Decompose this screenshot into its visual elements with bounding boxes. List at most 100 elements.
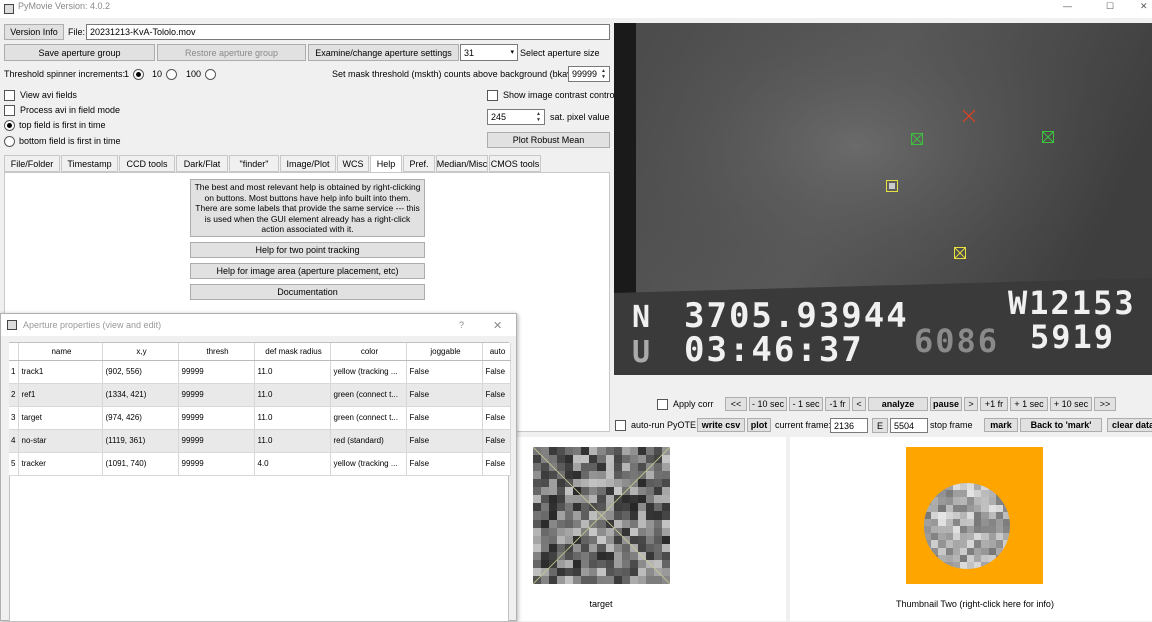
table-row[interactable]: 5 tracker (1091, 740) 99999 4.0 yellow (track… <box>9 452 511 476</box>
column-header-joggable[interactable]: joggable <box>406 343 483 361</box>
tab-file-folder[interactable]: File/Folder <box>4 155 60 172</box>
cell-color[interactable]: red (standard) <box>330 429 407 453</box>
tab-timestamp[interactable]: Timestamp <box>61 155 118 172</box>
thumbnail-one-panel[interactable]: target <box>516 437 786 621</box>
back-back-button[interactable]: << <box>725 397 747 411</box>
plus-10-sec-button[interactable]: + 10 sec <box>1050 397 1092 411</box>
top-field-first-radio[interactable]: top field is first in time <box>4 118 106 132</box>
cell-color[interactable]: green (connect t... <box>330 406 407 430</box>
process-avi-field-mode-checkbox[interactable]: Process avi in field mode <box>4 103 120 117</box>
help-image-area-button[interactable]: Help for image area (aperture placement,… <box>190 263 425 279</box>
cell-radius[interactable]: 4.0 <box>254 452 331 476</box>
maximize-button[interactable]: ☐ <box>1106 0 1114 12</box>
column-header-name[interactable]: name <box>18 343 103 361</box>
plus-1-frame-button[interactable]: +1 fr <box>980 397 1008 411</box>
aperture-no-star-marker[interactable] <box>962 109 976 123</box>
cell-thresh[interactable]: 99999 <box>178 406 255 430</box>
aperture-tracker-marker[interactable] <box>953 246 967 260</box>
apply-corr-checkbox[interactable]: Apply corr <box>657 397 714 411</box>
cell-radius[interactable]: 11.0 <box>254 360 331 384</box>
cell-auto[interactable]: False <box>482 406 511 430</box>
column-header-auto[interactable]: auto <box>482 343 511 361</box>
table-row[interactable]: 4 no-star (1119, 361) 99999 11.0 red (standar… <box>9 429 511 453</box>
cell-thresh[interactable]: 99999 <box>178 452 255 476</box>
aperture-target-marker[interactable] <box>910 132 924 146</box>
clear-data-button[interactable]: clear data <box>1107 418 1152 432</box>
cell-xy[interactable]: (974, 426) <box>102 406 179 430</box>
column-header-thresh[interactable]: thresh <box>178 343 255 361</box>
cell-color[interactable]: yellow (tracking ... <box>330 360 407 384</box>
dialog-close-button[interactable]: ✕ <box>493 318 502 332</box>
column-header-def-mask-radius[interactable]: def mask radius <box>254 343 331 361</box>
step-back-button[interactable]: < <box>852 397 866 411</box>
e-button[interactable]: E <box>872 418 888 433</box>
bottom-field-first-radio[interactable]: bottom field is first in time <box>4 134 121 148</box>
cell-auto[interactable]: False <box>482 452 511 476</box>
write-csv-button[interactable]: write csv <box>697 418 745 432</box>
tab-pref[interactable]: Pref. <box>403 155 435 172</box>
cell-radius[interactable]: 11.0 <box>254 383 331 407</box>
minimize-button[interactable]: — <box>1063 0 1072 12</box>
cell-name[interactable]: track1 <box>18 360 103 384</box>
sat-pixel-spinner[interactable]: 245 ▲ ▼ <box>487 109 545 125</box>
cell-name[interactable]: no-star <box>18 429 103 453</box>
pause-button[interactable]: pause <box>930 397 962 411</box>
cell-radius[interactable]: 11.0 <box>254 429 331 453</box>
cell-joggable[interactable]: False <box>406 452 483 476</box>
cell-thresh[interactable]: 99999 <box>178 383 255 407</box>
back-to-mark-button[interactable]: Back to 'mark' <box>1020 418 1102 432</box>
show-image-contrast-checkbox[interactable]: Show image contrast control <box>487 88 617 102</box>
forward-forward-button[interactable]: >> <box>1094 397 1116 411</box>
cell-radius[interactable]: 11.0 <box>254 406 331 430</box>
cell-xy[interactable]: (1334, 421) <box>102 383 179 407</box>
column-header-color[interactable]: color <box>330 343 407 361</box>
cell-auto[interactable]: False <box>482 383 511 407</box>
minus-1-sec-button[interactable]: - 1 sec <box>789 397 823 411</box>
tab-help[interactable]: Help <box>370 155 402 173</box>
mask-threshold-spinner[interactable]: 99999 ▲ ▼ <box>568 66 610 82</box>
analyze-button[interactable]: analyze <box>868 397 928 411</box>
cell-name[interactable]: target <box>18 406 103 430</box>
plot-robust-mean-button[interactable]: Plot Robust Mean <box>487 132 610 148</box>
cell-joggable[interactable]: False <box>406 429 483 453</box>
plot-button[interactable]: plot <box>747 418 771 432</box>
cell-xy[interactable]: (1119, 361) <box>102 429 179 453</box>
examine-aperture-settings-button[interactable]: Examine/change aperture settings <box>308 44 459 61</box>
cell-color[interactable]: yellow (tracking ... <box>330 452 407 476</box>
cell-joggable[interactable]: False <box>406 383 483 407</box>
mark-button[interactable]: mark <box>984 418 1018 432</box>
aperture-track1-marker[interactable] <box>886 180 898 192</box>
threshold-radio-100[interactable]: 100 <box>186 66 220 82</box>
cell-color[interactable]: green (connect t... <box>330 383 407 407</box>
current-frame-field[interactable]: 2136 <box>830 418 868 433</box>
version-info-button[interactable]: Version Info <box>4 24 64 40</box>
table-row[interactable]: 3 target (974, 426) 99999 11.0 green (connect… <box>9 406 511 430</box>
stop-frame-field[interactable]: 5504 <box>890 418 928 433</box>
plus-1-sec-button[interactable]: + 1 sec <box>1010 397 1048 411</box>
minus-10-sec-button[interactable]: - 10 sec <box>749 397 787 411</box>
dialog-help-button[interactable]: ? <box>459 318 464 332</box>
auto-run-pyote-checkbox[interactable]: auto-run PyOTE <box>615 418 696 432</box>
cell-xy[interactable]: (902, 556) <box>102 360 179 384</box>
minus-1-frame-button[interactable]: -1 fr <box>825 397 850 411</box>
tab-dark-flat[interactable]: Dark/Flat <box>176 155 228 172</box>
image-view[interactable]: N 3705.93944 W12153 U 03:46:37 6086 5919 <box>614 23 1152 375</box>
tab-wcs[interactable]: WCS <box>337 155 369 172</box>
documentation-button[interactable]: Documentation <box>190 284 425 300</box>
tab-cmos-tools[interactable]: CMOS tools <box>489 155 541 172</box>
cell-thresh[interactable]: 99999 <box>178 429 255 453</box>
restore-aperture-group-button[interactable]: Restore aperture group <box>157 44 306 61</box>
aperture-size-select[interactable]: 31 ▾ <box>460 44 518 61</box>
help-two-point-tracking-button[interactable]: Help for two point tracking <box>190 242 425 258</box>
cell-name[interactable]: tracker <box>18 452 103 476</box>
tab-finder[interactable]: "finder" <box>229 155 279 172</box>
threshold-radio-10[interactable]: 10 <box>152 66 181 82</box>
view-avi-fields-checkbox[interactable]: View avi fields <box>4 88 77 102</box>
file-field[interactable]: 20231213-KvA-Tololo.mov <box>86 24 610 40</box>
tab-ccd-tools[interactable]: CCD tools <box>119 155 175 172</box>
close-button[interactable]: ✕ <box>1140 0 1148 12</box>
table-row[interactable]: 2 ref1 (1334, 421) 99999 11.0 green (connect … <box>9 383 511 407</box>
save-aperture-group-button[interactable]: Save aperture group <box>4 44 155 61</box>
table-row[interactable]: 1 track1 (902, 556) 99999 11.0 yellow (tracki… <box>9 360 511 384</box>
cell-joggable[interactable]: False <box>406 406 483 430</box>
